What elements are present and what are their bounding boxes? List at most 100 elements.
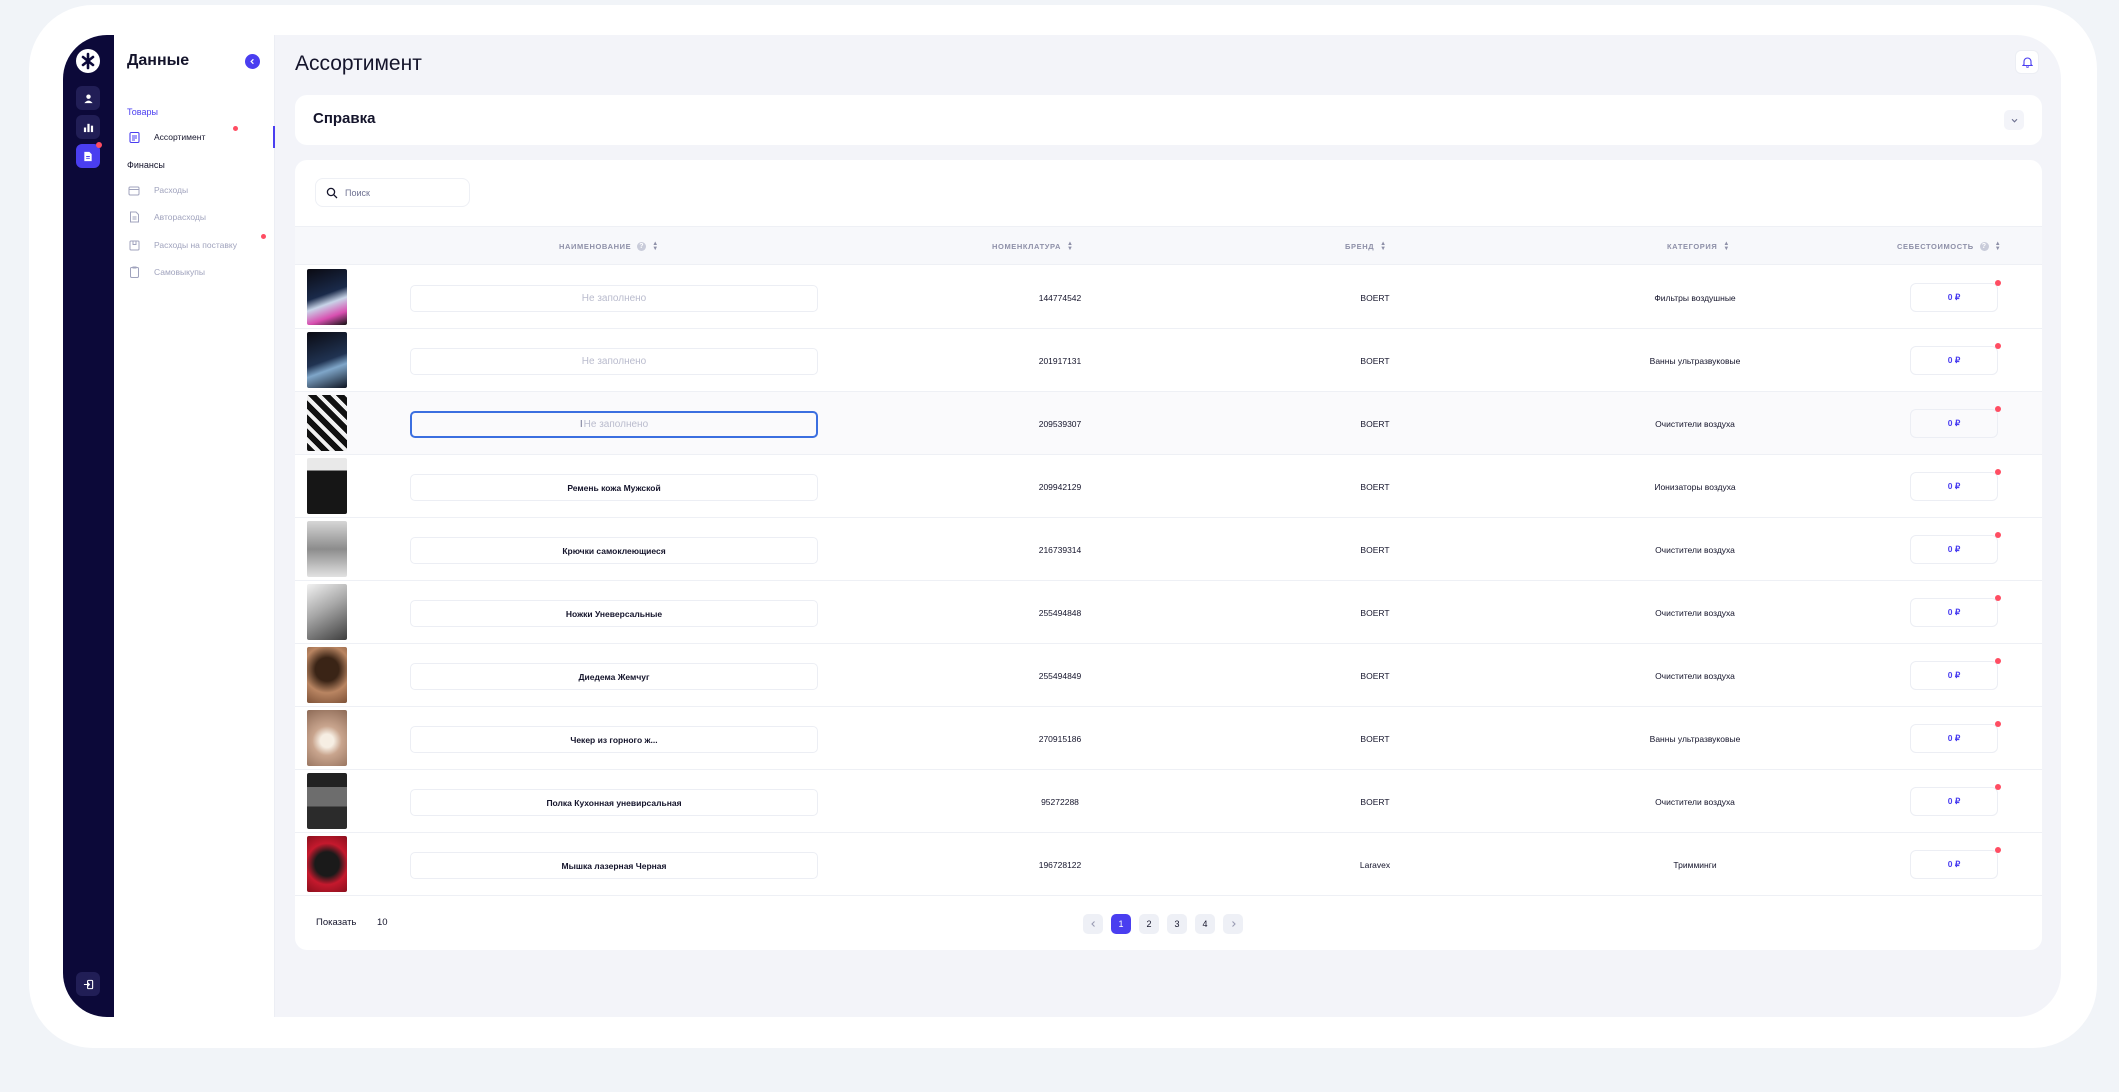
help-panel: Справка <box>295 95 2042 145</box>
help-icon[interactable]: ? <box>637 242 647 251</box>
page-button-4[interactable]: 4 <box>1195 914 1215 934</box>
notifications-button[interactable] <box>2015 50 2039 74</box>
sort-icon[interactable]: ▲ ▼ <box>1723 241 1730 252</box>
wallet-icon <box>127 183 141 197</box>
cell-sku: 216739314 <box>1038 544 1082 555</box>
table-row[interactable]: Не заполнено 144774542 BOERT Фильтры воздуш… <box>295 266 2042 329</box>
page-button-1[interactable]: 1 <box>1111 914 1131 934</box>
product-thumbnail[interactable] <box>307 521 347 577</box>
page-button-3[interactable]: 3 <box>1167 914 1187 934</box>
cost-input[interactable]: 0 ₽ <box>1910 850 1998 879</box>
sidebar-item-self-buyouts[interactable]: Самовыкупы <box>127 263 275 281</box>
product-thumbnail[interactable] <box>307 584 347 640</box>
product-thumbnail[interactable] <box>307 458 347 514</box>
product-thumbnail[interactable] <box>307 332 347 388</box>
product-name-field[interactable]: I Не заполнено <box>410 411 818 438</box>
product-name-field[interactable]: Крючки самоклеющиеся <box>410 537 818 564</box>
notification-dot <box>261 234 266 239</box>
cell-sku: 196728122 <box>1038 859 1082 870</box>
cost-input[interactable]: 0 ₽ <box>1910 409 1998 438</box>
table-row[interactable]: Чекер из горного ж... 270915186 BOERT Ванны… <box>295 707 2042 770</box>
product-thumbnail[interactable] <box>307 773 347 829</box>
column-header-name[interactable]: НАИМЕНОВАНИЕ ? ▲ ▼ <box>559 227 659 266</box>
cell-brand: Laravex <box>1359 859 1391 870</box>
prev-page-button[interactable] <box>1083 914 1103 934</box>
column-header-brand[interactable]: БРЕНД ▲ ▼ <box>1345 227 1387 266</box>
column-header-category[interactable]: КАТЕГОРИЯ ▲ ▼ <box>1667 227 1730 266</box>
bell-icon <box>2021 57 2033 68</box>
column-header-sku[interactable]: НОМЕНКЛАТУРА ▲ ▼ <box>992 227 1074 266</box>
table-row[interactable]: Ножки Уневерсальные 255494848 BOERT Очистит… <box>295 581 2042 644</box>
product-name-field[interactable]: Чекер из горного ж... <box>410 726 818 753</box>
product-name: Не заполнено <box>581 356 647 367</box>
sort-icon[interactable]: ▲ ▼ <box>1995 241 2002 252</box>
product-thumbnail[interactable] <box>307 647 347 703</box>
product-name-field[interactable]: Диедема Жемчуг <box>410 663 818 690</box>
clipboard-icon <box>127 265 141 279</box>
cell-brand: BOERT <box>1360 796 1390 807</box>
sort-icon[interactable]: ▲ ▼ <box>652 241 659 252</box>
table-row[interactable]: Крючки самоклеющиеся 216739314 BOERT Очисти… <box>295 518 2042 581</box>
product-name-field[interactable]: Ножки Уневерсальные <box>410 600 818 627</box>
pagination: 1 2 3 4 <box>1083 914 1243 934</box>
cost-input[interactable]: 0 ₽ <box>1910 787 1998 816</box>
product-thumbnail[interactable] <box>307 710 347 766</box>
next-page-button[interactable] <box>1223 914 1243 934</box>
warning-dot <box>1995 406 2001 412</box>
sidebar: Данные Товары Ассортимент Финансы Расход… <box>114 35 275 1017</box>
cost-input[interactable]: 0 ₽ <box>1910 283 1998 312</box>
sidebar-item-supply-expenses[interactable]: Расходы на поставку <box>127 234 275 254</box>
table-row[interactable]: Ремень кожа Мужской 209942129 BOERT Ионизат… <box>295 455 2042 518</box>
cost-input[interactable]: 0 ₽ <box>1910 346 1998 375</box>
document-icon[interactable] <box>76 142 102 168</box>
expand-help-button[interactable] <box>2004 110 2024 130</box>
sort-icon[interactable]: ▲ ▼ <box>1067 241 1074 252</box>
product-thumbnail[interactable] <box>307 395 347 451</box>
product-name-field[interactable]: Не заполнено <box>410 285 818 312</box>
cell-brand: BOERT <box>1360 607 1390 618</box>
table-row[interactable]: Полка Кухонная уневирсальная 95272288 BOER… <box>295 770 2042 833</box>
cell-sku: 255494849 <box>1038 670 1082 681</box>
column-header-label: СЕБЕСТОИМОСТЬ <box>1897 242 1974 251</box>
warning-dot <box>1995 280 2001 286</box>
user-icon[interactable] <box>76 86 100 110</box>
warning-dot <box>1995 721 2001 727</box>
notification-dot <box>233 126 238 131</box>
cost-input[interactable]: 0 ₽ <box>1910 472 1998 501</box>
product-name-field[interactable]: Полка Кухонная уневирсальная <box>410 789 818 816</box>
product-name-field[interactable]: Не заполнено <box>410 348 818 375</box>
column-header-cost[interactable]: СЕБЕСТОИМОСТЬ ? ▲ ▼ <box>1897 227 2001 266</box>
cell-sku: 255494848 <box>1038 607 1082 618</box>
cell-brand: BOERT <box>1360 670 1390 681</box>
cost-input[interactable]: 0 ₽ <box>1910 598 1998 627</box>
table-row[interactable]: Мышка лазерная Черная 196728122 Laravex Три… <box>295 833 2042 896</box>
help-icon[interactable]: ? <box>1979 242 1989 251</box>
cost-input[interactable]: 0 ₽ <box>1910 535 1998 564</box>
cell-sku: 209942129 <box>1038 481 1082 492</box>
sidebar-item-expenses[interactable]: Расходы <box>127 181 275 199</box>
product-name-field[interactable]: Ремень кожа Мужской <box>410 474 818 501</box>
chart-icon[interactable] <box>76 115 100 139</box>
page-size-select[interactable]: 10 <box>377 917 388 928</box>
search-box[interactable] <box>315 178 470 207</box>
sort-icon[interactable]: ▲ ▼ <box>1380 241 1387 252</box>
cost-input[interactable]: 0 ₽ <box>1910 724 1998 753</box>
chevron-left-icon <box>1090 921 1095 927</box>
collapse-sidebar-button[interactable] <box>245 54 260 69</box>
search-icon <box>326 187 338 198</box>
product-name-field[interactable]: Мышка лазерная Черная <box>410 852 818 879</box>
table-row[interactable]: I Не заполнено 209539307 BOERT Очистители во… <box>295 392 2042 455</box>
product-thumbnail[interactable] <box>307 836 347 892</box>
product-name: Чекер из горного ж... <box>570 734 658 745</box>
product-thumbnail[interactable] <box>307 269 347 325</box>
sidebar-item-auto-expenses[interactable]: Авторасходы <box>127 208 275 226</box>
table-row[interactable]: Диедема Жемчуг 255494849 BOERT Очистители в… <box>295 644 2042 707</box>
cost-input[interactable]: 0 ₽ <box>1910 661 1998 690</box>
warning-dot <box>1995 343 2001 349</box>
page-button-2[interactable]: 2 <box>1139 914 1159 934</box>
table-row[interactable]: Не заполнено 201917131 BOERT Ванны ультразв… <box>295 329 2042 392</box>
search-input[interactable] <box>345 187 455 198</box>
sidebar-item-assortment[interactable]: Ассортимент <box>127 126 275 148</box>
logout-button[interactable] <box>76 972 100 996</box>
product-name: Ножки Уневерсальные <box>565 608 663 619</box>
